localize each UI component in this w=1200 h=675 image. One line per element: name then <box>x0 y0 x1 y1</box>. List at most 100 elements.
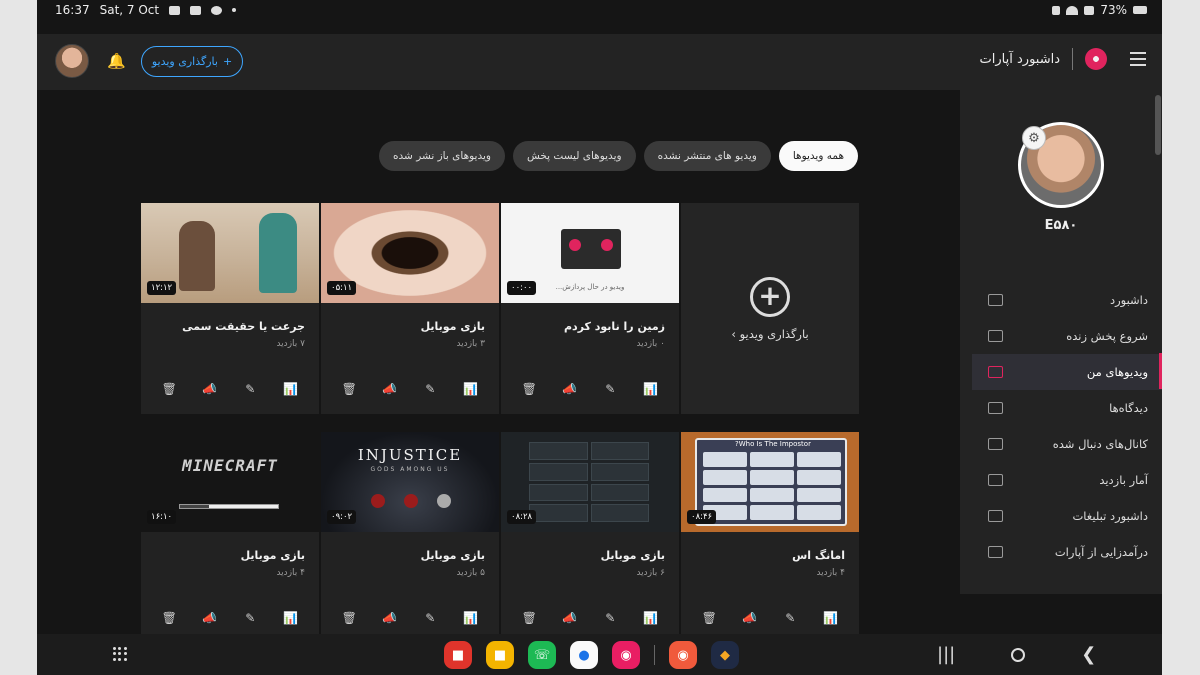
promote-icon[interactable]: 📣 <box>201 382 219 396</box>
video-title[interactable]: بازی موبایل <box>421 320 485 333</box>
video-card[interactable]: ویدیو در حال پردازش... ۰۰:۰۰ زمین را ناب… <box>501 203 679 414</box>
filter-tab[interactable]: همه ویدیوها <box>778 141 858 171</box>
duration-badge: ۰۵:۱۱ <box>327 281 357 295</box>
home-icon[interactable] <box>1011 647 1026 662</box>
promote-icon[interactable]: 📣 <box>381 611 399 625</box>
video-title[interactable]: امانگ اس <box>792 549 845 562</box>
edit-icon[interactable]: ✎ <box>781 611 799 625</box>
flipboard-app-icon[interactable]: ■ <box>444 641 472 669</box>
delete-icon[interactable]: 🗑 <box>340 382 358 396</box>
app-dock: ■ ■ ☏ ● ◉ ◉ ◆ <box>444 641 739 669</box>
menu-icon[interactable] <box>1130 52 1146 66</box>
video-actions: 🗑 📣 ✎ 📊 <box>141 377 319 401</box>
gear-icon[interactable]: ⚙ <box>1022 126 1046 150</box>
profile-avatar[interactable] <box>55 44 89 78</box>
files-app-icon[interactable]: ■ <box>486 641 514 669</box>
video-title[interactable]: بازی موبایل <box>421 549 485 562</box>
ads-icon <box>988 510 1003 522</box>
filter-tab[interactable]: ویدیوهای لیست پخش <box>512 141 636 171</box>
stats-icon[interactable]: 📊 <box>282 611 300 625</box>
sidebar-item[interactable]: داشبورد <box>972 282 1162 318</box>
filter-tab[interactable]: ویدیو های منتشر نشده <box>643 141 771 171</box>
delete-icon[interactable]: 🗑 <box>340 611 358 625</box>
brand[interactable]: داشبورد آپارات <box>980 48 1107 70</box>
video-thumbnail[interactable]: ۰۵:۱۱ <box>321 203 499 303</box>
back-icon[interactable]: ❮ <box>1081 644 1096 665</box>
date: Sat, 7 Oct <box>99 3 160 17</box>
delete-icon[interactable]: 🗑 <box>160 611 178 625</box>
delete-icon[interactable]: 🗑 <box>160 382 178 396</box>
sidebar-item[interactable]: داشبورد تبلیغات <box>972 498 1162 534</box>
screen-recorder-app-icon[interactable]: ◉ <box>669 641 697 669</box>
stats-icon[interactable]: 📊 <box>642 611 660 625</box>
video-thumbnail[interactable]: ۰۸:۲۸ <box>501 432 679 532</box>
messages-app-icon[interactable]: ● <box>570 641 598 669</box>
video-card[interactable]: INJUSTICE GODS AMONG US ۰۹:۰۲ بازی موبای… <box>321 432 499 643</box>
duration-badge: ۱۲:۱۲ <box>147 281 177 295</box>
video-title[interactable]: زمین را نابود کردم <box>564 320 665 333</box>
video-card[interactable]: ۰۵:۱۱ بازی موبایل ۳ بازدید 🗑 📣 ✎ 📊 <box>321 203 499 414</box>
recents-icon[interactable]: ||| <box>937 644 955 665</box>
recent-app-icon[interactable]: ◆ <box>711 641 739 669</box>
video-card[interactable]: ۰۸:۲۸ بازی موبایل ۶ بازدید 🗑 📣 ✎ 📊 <box>501 432 679 643</box>
video-thumbnail[interactable]: MINECRAFT ۱۶:۱۰ <box>141 432 319 532</box>
stats-icon[interactable]: 📊 <box>462 382 480 396</box>
view-count: ۴ بازدید <box>816 568 845 578</box>
promote-icon[interactable]: 📣 <box>561 611 579 625</box>
video-thumbnail[interactable]: Who Is The Impostor? ۰۸:۴۶ <box>681 432 859 532</box>
video-card[interactable]: MINECRAFT ۱۶:۱۰ بازی موبایل ۴ بازدید 🗑 📣… <box>141 432 319 643</box>
edit-icon[interactable]: ✎ <box>601 611 619 625</box>
stats-icon[interactable]: 📊 <box>642 382 660 396</box>
promote-icon[interactable]: 📣 <box>741 611 759 625</box>
stats-icon[interactable]: 📊 <box>282 382 300 396</box>
scrollbar[interactable] <box>1155 95 1161 155</box>
duration-badge: ۰۹:۰۲ <box>327 510 357 524</box>
system-buttons: ||| ❮ <box>937 644 1096 665</box>
camera-icon <box>190 5 202 15</box>
sidebar-item[interactable]: درآمدزایی از آپارات <box>972 534 1162 570</box>
phone-app-icon[interactable]: ☏ <box>528 641 556 669</box>
my-videos-icon <box>988 366 1003 378</box>
edit-icon[interactable]: ✎ <box>421 382 439 396</box>
cassette-icon <box>561 229 621 269</box>
video-thumbnail[interactable]: INJUSTICE GODS AMONG US ۰۹:۰۲ <box>321 432 499 532</box>
promote-icon[interactable]: 📣 <box>561 382 579 396</box>
edit-icon[interactable]: ✎ <box>241 382 259 396</box>
sidebar-item[interactable]: دیدگاه‌ها <box>972 390 1162 426</box>
app-window: 16:37 Sat, 7 Oct 73% 🔔 بارگذاری ویدیو + … <box>37 0 1162 675</box>
video-card[interactable]: Who Is The Impostor? ۰۸:۴۶ امانگ اس ۴ با… <box>681 432 859 643</box>
sidebar-item[interactable]: آمار بازدید <box>972 462 1162 498</box>
promote-icon[interactable]: 📣 <box>381 382 399 396</box>
filter-tab[interactable]: ویدیوهای باز نشر شده <box>379 141 505 171</box>
edit-icon[interactable]: ✎ <box>421 611 439 625</box>
video-thumbnail[interactable]: ویدیو در حال پردازش... ۰۰:۰۰ <box>501 203 679 303</box>
promote-icon[interactable]: 📣 <box>201 611 219 625</box>
delete-icon[interactable]: 🗑 <box>520 382 538 396</box>
view-count: ۷ بازدید <box>276 339 305 349</box>
plus-circle-icon: + <box>750 276 790 317</box>
divider <box>1072 48 1073 70</box>
video-thumbnail[interactable]: ۱۲:۱۲ <box>141 203 319 303</box>
video-title[interactable]: بازی موبایل <box>241 549 305 562</box>
brand-title: داشبورد آپارات <box>979 51 1060 67</box>
duration-badge: ۰۸:۲۸ <box>507 510 537 524</box>
sidebar-item[interactable]: ویدیوهای من <box>972 354 1162 390</box>
camera-app-icon[interactable]: ◉ <box>612 641 640 669</box>
video-card[interactable]: ۱۲:۱۲ جرعت یا حقیقت سمی ۷ بازدید 🗑 📣 ✎ 📊 <box>141 203 319 414</box>
stats-icon[interactable]: 📊 <box>462 611 480 625</box>
app-drawer-icon[interactable] <box>113 647 127 661</box>
edit-icon[interactable]: ✎ <box>241 611 259 625</box>
upload-video-button[interactable]: بارگذاری ویدیو + <box>141 46 243 77</box>
video-title[interactable]: بازی موبایل <box>601 549 665 562</box>
sidebar-item[interactable]: شروع پخش زنده <box>972 318 1162 354</box>
upload-card[interactable]: + بارگذاری ویدیو › <box>681 203 859 414</box>
delete-icon[interactable]: 🗑 <box>700 611 718 625</box>
clock: 16:37 <box>55 3 90 17</box>
bell-icon[interactable]: 🔔 <box>107 52 126 70</box>
sidebar-item[interactable]: کانال‌های دنبال شده <box>972 426 1162 462</box>
edit-icon[interactable]: ✎ <box>601 382 619 396</box>
video-title[interactable]: جرعت یا حقیقت سمی <box>182 320 305 333</box>
stats-icon[interactable]: 📊 <box>822 611 840 625</box>
delete-icon[interactable]: 🗑 <box>520 611 538 625</box>
sidebar-item-label: داشبورد تبلیغات <box>1072 509 1148 523</box>
